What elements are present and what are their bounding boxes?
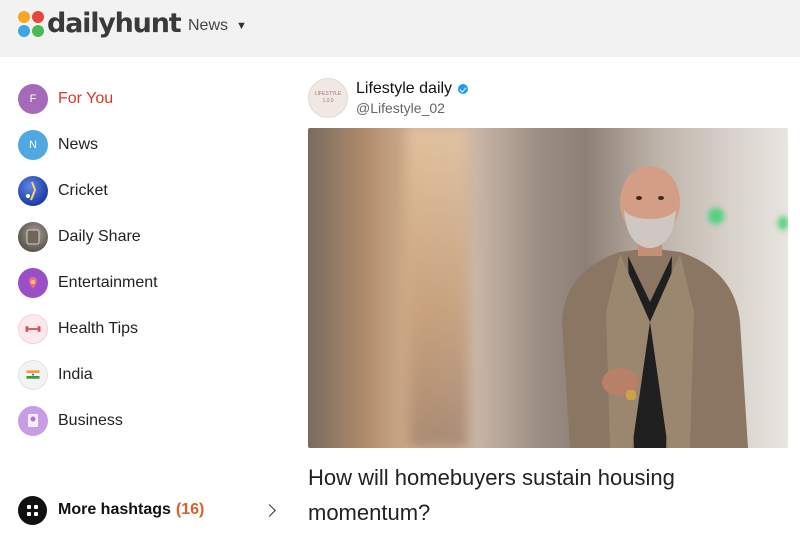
grid-icon xyxy=(18,495,47,525)
sidebar-item-cricket[interactable]: Cricket xyxy=(18,168,288,214)
avatar-subtext: 1.0.0 xyxy=(322,98,334,104)
publisher-avatar[interactable]: LIFESTYLE 1.0.0 xyxy=(308,78,348,118)
sidebar: F For You N News Cricket Daily Share Ent… xyxy=(18,76,288,444)
sidebar-item-daily-share[interactable]: Daily Share xyxy=(18,214,288,260)
sidebar-item-label: Business xyxy=(58,412,123,429)
india-flag-icon xyxy=(18,360,48,390)
sidebar-item-label: Entertainment xyxy=(58,274,158,291)
publisher-header[interactable]: LIFESTYLE 1.0.0 Lifestyle daily @Lifesty… xyxy=(308,76,788,120)
sidebar-item-india[interactable]: India xyxy=(18,352,288,398)
publisher-name[interactable]: Lifestyle daily xyxy=(356,80,452,98)
article-image[interactable] xyxy=(308,128,788,448)
more-hashtags-count: (16) xyxy=(175,501,205,518)
sidebar-item-business[interactable]: Business xyxy=(18,398,288,444)
for-you-icon: F xyxy=(18,84,48,114)
daily-share-icon xyxy=(18,222,48,252)
caret-down-icon: ▼ xyxy=(236,20,247,32)
more-hashtags-button[interactable]: More hashtags (16) xyxy=(18,495,280,525)
news-icon: N xyxy=(18,130,48,160)
person-illustration xyxy=(562,166,748,448)
sidebar-item-label: For You xyxy=(58,90,114,107)
avatar-text: LIFESTYLE xyxy=(314,91,342,97)
logo-mark-icon xyxy=(18,10,45,38)
sidebar-item-entertainment[interactable]: Entertainment xyxy=(18,260,288,306)
article-headline[interactable]: How will homebuyers sustain housing mome… xyxy=(308,460,788,530)
news-dropdown[interactable]: News ▼ xyxy=(188,17,247,35)
sidebar-item-label: Health Tips xyxy=(58,320,139,337)
cricket-icon xyxy=(18,176,48,206)
sidebar-item-news[interactable]: N News xyxy=(18,122,288,168)
publisher-handle: @Lifestyle_02 xyxy=(356,100,445,116)
sidebar-item-for-you[interactable]: F For You xyxy=(18,76,288,122)
verified-badge-icon xyxy=(458,84,469,94)
more-hashtags-label: More hashtags xyxy=(58,501,171,518)
sidebar-item-label: Cricket xyxy=(58,182,108,199)
entertainment-icon xyxy=(18,268,48,298)
dumbbell-icon xyxy=(18,314,48,344)
logo-text: dailyhunt xyxy=(47,8,182,39)
news-dropdown-label: News xyxy=(188,17,229,34)
business-icon xyxy=(18,406,48,436)
sidebar-item-label: India xyxy=(58,366,93,383)
chevron-right-icon xyxy=(263,503,276,517)
news-card: LIFESTYLE 1.0.0 Lifestyle daily @Lifesty… xyxy=(308,76,788,448)
sidebar-item-label: Daily Share xyxy=(58,228,141,245)
sidebar-item-label: News xyxy=(58,136,99,153)
dailyhunt-logo[interactable]: dailyhunt xyxy=(18,8,182,39)
sidebar-item-health-tips[interactable]: Health Tips xyxy=(18,306,288,352)
top-bar: dailyhunt News ▼ xyxy=(0,0,800,57)
